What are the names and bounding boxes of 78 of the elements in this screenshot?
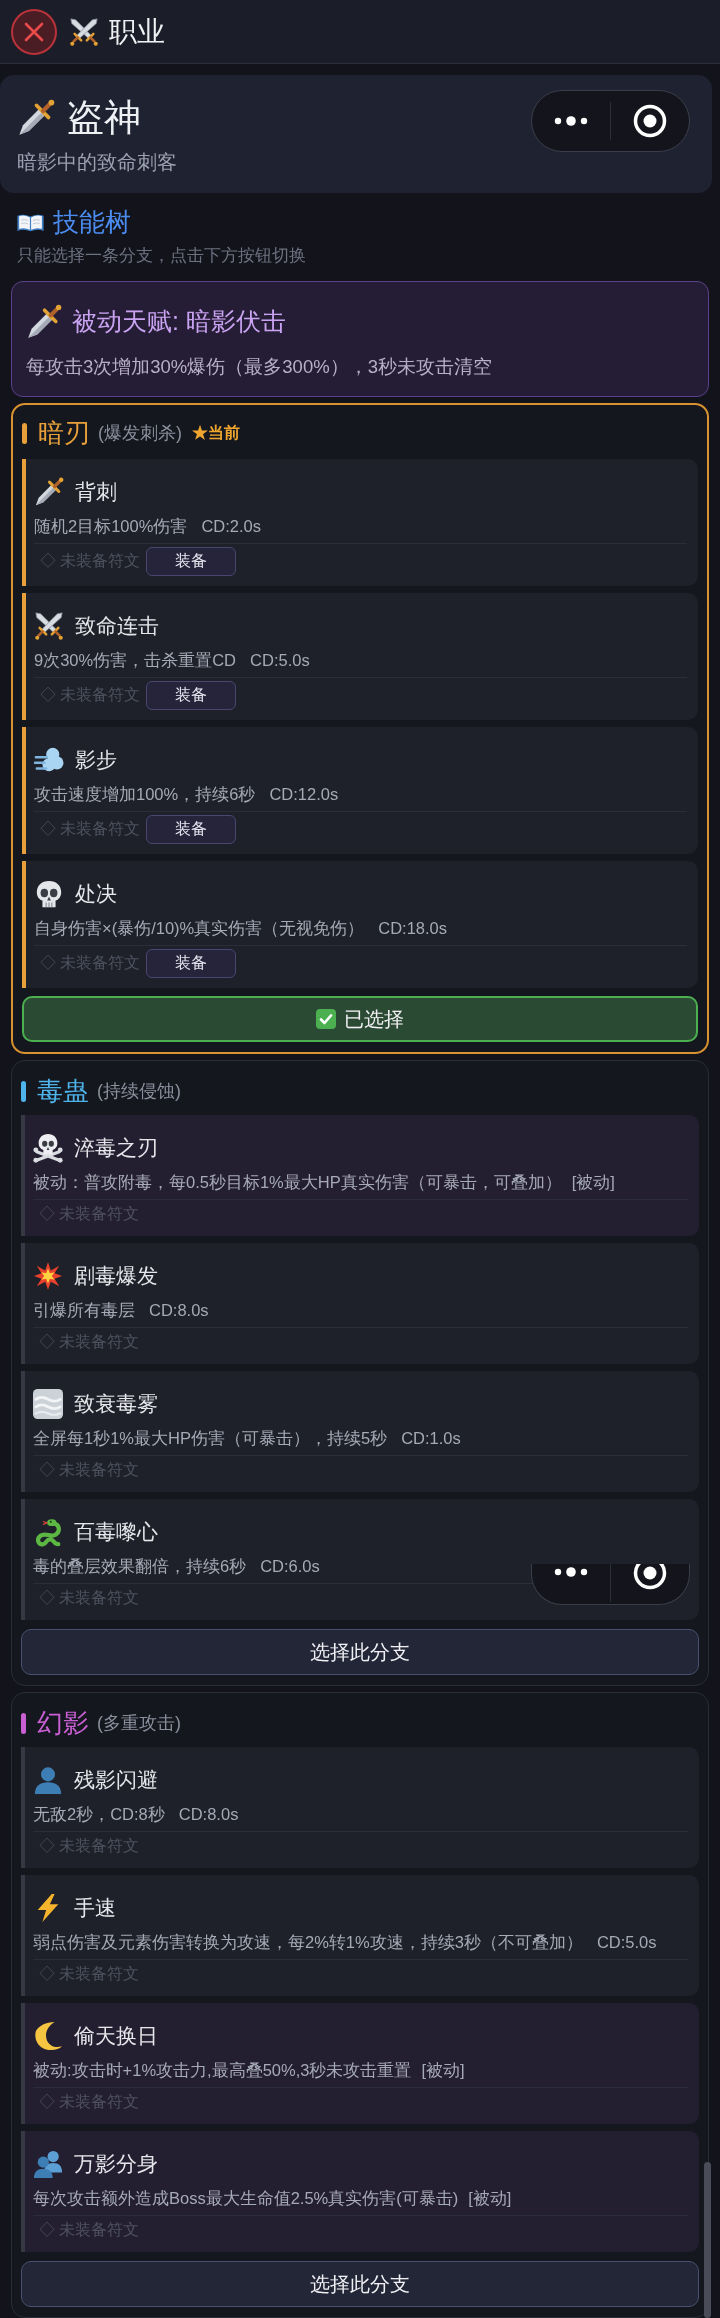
two-people-icon bbox=[33, 2149, 63, 2179]
passive-tag: [被动] bbox=[468, 2187, 512, 2209]
skill-name: 致命连击 bbox=[75, 613, 159, 640]
talent-title: 被动天赋: 暗影伏击 bbox=[72, 306, 286, 338]
close-icon bbox=[24, 21, 44, 42]
skill-description: 无敌2秒，CD:8秒 bbox=[33, 1804, 165, 1825]
branch-subtitle: (持续侵蚀) bbox=[97, 1079, 181, 1103]
cooldown-text: CD:12.0s bbox=[269, 784, 339, 805]
branch-subtitle: (多重攻击) bbox=[97, 1711, 181, 1735]
more-icon[interactable] bbox=[554, 1567, 588, 1577]
class-name: 盗神 bbox=[67, 96, 141, 140]
skill-name: 背刺 bbox=[75, 479, 117, 506]
cooldown-text: CD:1.0s bbox=[401, 1428, 461, 1449]
skill-name: 影步 bbox=[75, 747, 117, 774]
skill-name: 手速 bbox=[74, 1895, 116, 1922]
cooldown-text: CD:5.0s bbox=[250, 650, 310, 671]
snake-icon bbox=[33, 1517, 63, 1547]
skill-description: 弱点伤害及元素伤害转换为攻速，每2%转1%攻速，持续3秒（不可叠加） bbox=[33, 1932, 583, 1953]
branch-subtitle: (爆发刺杀) bbox=[98, 421, 182, 445]
crossed-swords-icon bbox=[69, 16, 99, 47]
talent-description: 每攻击3次增加30%爆伤（最多300%），3秒未攻击清空 bbox=[26, 355, 493, 379]
close-button[interactable] bbox=[11, 8, 57, 55]
cooldown-text: CD:8.0s bbox=[178, 1804, 239, 1825]
cooldown-text: CD:5.0s bbox=[596, 1932, 657, 1953]
equip-button[interactable]: 装备 bbox=[146, 546, 237, 576]
skill-description: 随机2目标100%伤害 bbox=[34, 516, 188, 537]
dagger-icon bbox=[34, 477, 64, 507]
equip-button[interactable]: 装备 bbox=[146, 680, 237, 710]
skill-name: 偷天换日 bbox=[74, 2023, 158, 2050]
cooldown-text: CD:18.0s bbox=[378, 918, 447, 939]
section-hint: 只能选择一条分支，点击下方按钮切换 bbox=[17, 245, 307, 265]
dagger-icon bbox=[26, 304, 62, 340]
skill-description: 自身伤害×(暴伤/10)%真实伤害（无视免伤） bbox=[34, 918, 365, 939]
skill-description: 攻击速度增加100%，持续6秒 bbox=[34, 784, 256, 805]
explosion-icon bbox=[33, 1261, 63, 1291]
passive-tag: [被动] bbox=[421, 2059, 465, 2081]
passive-tag: [被动] bbox=[571, 1171, 615, 1193]
check-icon bbox=[316, 1009, 336, 1029]
open-book-icon bbox=[17, 212, 44, 232]
skill-name: 万影分身 bbox=[74, 2151, 158, 2178]
select-branch-button[interactable]: 选择此分支 bbox=[21, 2261, 699, 2307]
skill-description: 被动:攻击时+1%攻击力,最高叠50%,3秒未攻击重置 bbox=[33, 2060, 412, 2081]
skill-description: 每次攻击额外造成Boss最大生命值2.5%真实伤害(可暴击) bbox=[33, 2188, 459, 2209]
skull-icon bbox=[34, 879, 64, 909]
current-label: ★当前 bbox=[192, 423, 240, 443]
section-title: 技能树 bbox=[53, 205, 131, 239]
more-icon[interactable] bbox=[554, 116, 588, 126]
branch-name: 幻影 bbox=[37, 1706, 89, 1740]
crossed-swords-icon bbox=[34, 611, 64, 641]
branch-name: 暗刃 bbox=[38, 416, 90, 450]
select-branch-button[interactable]: 选择此分支 bbox=[21, 1629, 699, 1675]
skill-name: 淬毒之刃 bbox=[74, 1135, 158, 1162]
skill-description: 被动：普攻附毒，每0.5秒目标1%最大HP真实伤害（可暴击，可叠加） bbox=[33, 1172, 562, 1193]
skill-name: 剧毒爆发 bbox=[74, 1263, 158, 1290]
skill-name: 残影闪避 bbox=[74, 1767, 158, 1794]
crescent-moon-icon bbox=[33, 2021, 63, 2051]
scrollbar-thumb[interactable] bbox=[704, 2162, 711, 2318]
equip-button[interactable]: 装备 bbox=[146, 814, 237, 844]
skill-description: 毒的叠层效果翻倍，持续6秒 bbox=[33, 1556, 247, 1577]
equip-button[interactable]: 装备 bbox=[146, 948, 237, 978]
cooldown-text: CD:2.0s bbox=[201, 516, 261, 537]
skill-name: 百毒嚟心 bbox=[74, 1519, 158, 1546]
skill-description: 9次30%伤害，击杀重置CD bbox=[34, 650, 237, 671]
class-subtitle: 暗影中的致命刺客 bbox=[17, 150, 178, 174]
branch-name: 毒蛊 bbox=[37, 1074, 89, 1108]
skull-crossbones-icon bbox=[33, 1133, 63, 1163]
fog-icon bbox=[33, 1389, 63, 1419]
person-icon bbox=[33, 1765, 63, 1795]
skill-description: 引爆所有毒层 bbox=[33, 1300, 135, 1321]
circle-dot-icon[interactable] bbox=[633, 104, 667, 138]
skill-description: 全屏每1秒1%最大HP伤害（可暴击），持续5秒 bbox=[33, 1428, 388, 1449]
skill-name: 处决 bbox=[75, 881, 117, 908]
cooldown-text: CD:6.0s bbox=[260, 1556, 320, 1577]
skill-name: 致衰毒雾 bbox=[74, 1391, 158, 1418]
dagger-icon bbox=[17, 99, 55, 137]
cooldown-text: CD:8.0s bbox=[149, 1300, 209, 1321]
page-title: 职业 bbox=[109, 14, 165, 49]
selected-branch-button[interactable]: 已选择 bbox=[22, 996, 698, 1042]
